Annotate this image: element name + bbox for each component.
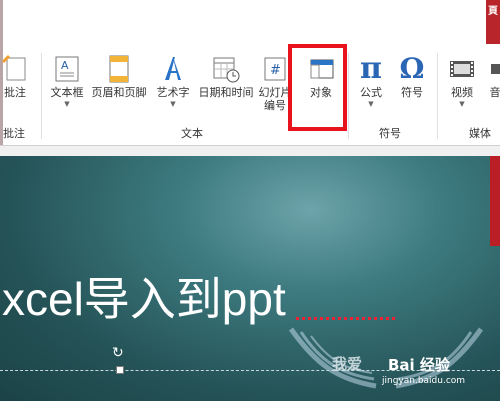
calendar-clock-icon <box>213 57 240 83</box>
group-separator <box>437 53 438 139</box>
comment-icon <box>1 54 26 81</box>
textbox-label: 文本框 <box>50 86 84 99</box>
dropdown-caret-icon[interactable]: ▼ <box>443 100 481 108</box>
svg-text:#: # <box>270 63 281 78</box>
group-separator <box>348 53 349 139</box>
pi-icon: π <box>360 51 382 86</box>
dropdown-caret-icon[interactable]: ▼ <box>153 100 193 108</box>
symbol-button[interactable]: Ω 符号 <box>393 52 431 100</box>
video-label: 视频 <box>451 86 473 99</box>
video-button[interactable]: 视频 ▼ <box>443 54 481 108</box>
slide-title[interactable]: xcel导入到ppt <box>2 263 286 329</box>
comment-button[interactable]: 批注 <box>0 54 30 99</box>
resize-handle[interactable] <box>116 366 124 374</box>
wordart-icon <box>165 57 181 80</box>
textbox-icon: A <box>55 56 79 82</box>
slide-number-icon: # <box>264 57 286 81</box>
object-highlight-box <box>288 44 347 131</box>
film-icon <box>450 61 474 77</box>
equation-button[interactable]: π 公式 ▼ <box>353 51 389 109</box>
audio-button[interactable]: 音 <box>487 54 500 99</box>
speaker-icon <box>491 64 500 74</box>
comments-group-label: 批注 <box>3 127 25 140</box>
svg-text:A: A <box>61 59 69 72</box>
comment-label: 批注 <box>4 86 26 99</box>
text-group-label: 文本 <box>181 127 203 140</box>
tab-edge-label: 頁 <box>488 6 498 17</box>
omega-icon: Ω <box>399 52 425 85</box>
dropdown-caret-icon[interactable]: ▼ <box>47 100 87 108</box>
header-footer-button[interactable]: 页眉和页脚 <box>89 54 149 99</box>
header-footer-icon <box>109 55 129 83</box>
active-tab-edge[interactable]: 頁 <box>486 0 500 44</box>
watermark-text: 我爱 <box>332 355 363 373</box>
audio-label: 音 <box>489 86 500 99</box>
watermark-brand: Bai 经验 <box>388 356 450 374</box>
datetime-button[interactable]: 日期和时间 <box>194 54 258 99</box>
ribbon-tab-strip: 頁 <box>3 0 500 49</box>
rotate-handle-icon[interactable]: ↻ <box>112 346 126 360</box>
spellcheck-underline <box>296 317 396 320</box>
wordart-label: 艺术字 <box>156 86 190 99</box>
media-group-label: 媒体 <box>469 127 491 140</box>
symbols-group-label: 符号 <box>379 127 401 140</box>
datetime-label: 日期和时间 <box>198 86 254 99</box>
textbox-button[interactable]: A 文本框 ▼ <box>47 54 87 108</box>
symbol-label: 符号 <box>401 86 423 99</box>
dropdown-caret-icon[interactable]: ▼ <box>353 100 389 108</box>
insert-ribbon: 批注 A 文本框 ▼ 页眉和页脚 艺术字 ▼ 日期和时间 # 幻灯片 编号 对象… <box>0 48 500 145</box>
equation-label: 公式 <box>360 86 382 99</box>
header-footer-label: 页眉和页脚 <box>91 86 147 99</box>
watermark-url: jingyan.baidu.com <box>382 376 466 386</box>
group-separator <box>41 53 42 139</box>
slide-accent-edge <box>490 156 500 246</box>
wordart-button[interactable]: 艺术字 ▼ <box>153 54 193 108</box>
